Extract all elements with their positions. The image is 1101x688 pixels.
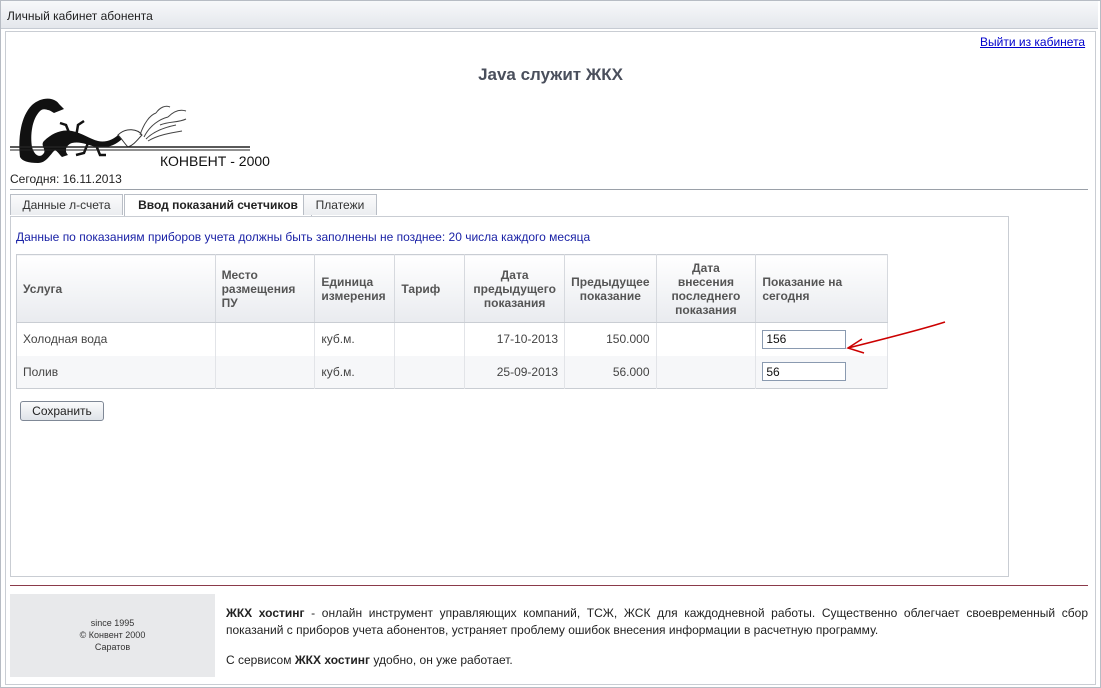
footer-divider (10, 585, 1088, 586)
cell-prev-date: 17-10-2013 (464, 322, 566, 356)
cell-prev-value: 150.000 (564, 322, 657, 356)
cell-prev-date: 25-09-2013 (464, 355, 566, 389)
column-header-today-value: Показание на сегодня (755, 254, 888, 323)
tab-meter-readings[interactable]: Ввод показаний счетчиков (124, 194, 312, 217)
footer-info-box: since 1995 © Конвент 2000 Саратов (10, 594, 215, 677)
cell-unit: куб.м. (314, 322, 396, 356)
today-date: Сегодня: 16.11.2013 (10, 172, 122, 186)
cell-service: Холодная вода (16, 322, 216, 356)
tab-payments[interactable]: Платежи (303, 194, 377, 215)
title-bar: Личный кабинет абонента (1, 1, 1098, 29)
meter-readings-table: Услуга Место размещения ПУ Единица измер… (16, 254, 888, 389)
logo-text: КОНВЕНТ - 2000 (160, 153, 270, 169)
table-row: Холодная вода куб.м. 17-10-2013 150.000 (16, 322, 888, 356)
column-header-unit: Единица измерения (314, 254, 396, 323)
footer-copyright: © Конвент 2000 (79, 630, 146, 640)
reading-input-cold-water[interactable] (762, 329, 847, 349)
cell-prev-value: 56.000 (564, 355, 657, 389)
footer-brand: ЖКХ хостинг (226, 606, 305, 620)
cell-last-entry-date (656, 355, 757, 389)
footer-description-text: - онлайн инструмент управляющих компаний… (226, 606, 1088, 637)
cell-tariff (394, 322, 466, 356)
cell-service: Полив (16, 355, 216, 389)
deadline-notice: Данные по показаниям приборов учета долж… (16, 230, 591, 244)
footer-since: since 1995 (90, 618, 135, 628)
save-button[interactable]: Сохранить (20, 401, 104, 421)
red-arrow-annotation-icon (846, 321, 946, 354)
footer-service-prefix: С сервисом (226, 653, 295, 667)
column-header-prev-value: Предыдущее показание (564, 254, 657, 323)
column-header-prev-date: Дата предыдущего показания (464, 254, 566, 323)
column-header-tariff: Тариф (394, 254, 466, 323)
cell-unit: куб.м. (314, 355, 396, 389)
header-divider (10, 189, 1088, 190)
window-title: Личный кабинет абонента (7, 9, 153, 23)
footer-service-line: С сервисом ЖКХ хостинг удобно, он уже ра… (226, 653, 513, 667)
column-header-last-entry-date: Дата внесения последнего показания (656, 254, 757, 323)
site-title: Java служит ЖКХ (478, 65, 623, 84)
column-header-location: Место размещения ПУ (215, 254, 316, 323)
footer-service-brand: ЖКХ хостинг (294, 653, 371, 667)
cell-last-entry-date (656, 322, 757, 356)
reading-input-watering[interactable] (762, 362, 847, 382)
cell-today-value (755, 355, 888, 389)
footer-city: Саратов (94, 642, 131, 652)
tab-account-data[interactable]: Данные л-счета (10, 194, 123, 215)
logout-link[interactable]: Выйти из кабинета (980, 35, 1085, 49)
cell-location (215, 355, 316, 389)
footer-service-suffix: удобно, он уже работает. (370, 653, 513, 667)
cell-tariff (394, 355, 466, 389)
cell-location (215, 322, 316, 356)
column-header-service: Услуга (16, 254, 216, 323)
footer-description: ЖКХ хостинг - онлайн инструмент управляю… (226, 605, 1088, 639)
table-row: Полив куб.м. 25-09-2013 56.000 (16, 355, 888, 389)
table-header-row: Услуга Место размещения ПУ Единица измер… (16, 254, 888, 323)
